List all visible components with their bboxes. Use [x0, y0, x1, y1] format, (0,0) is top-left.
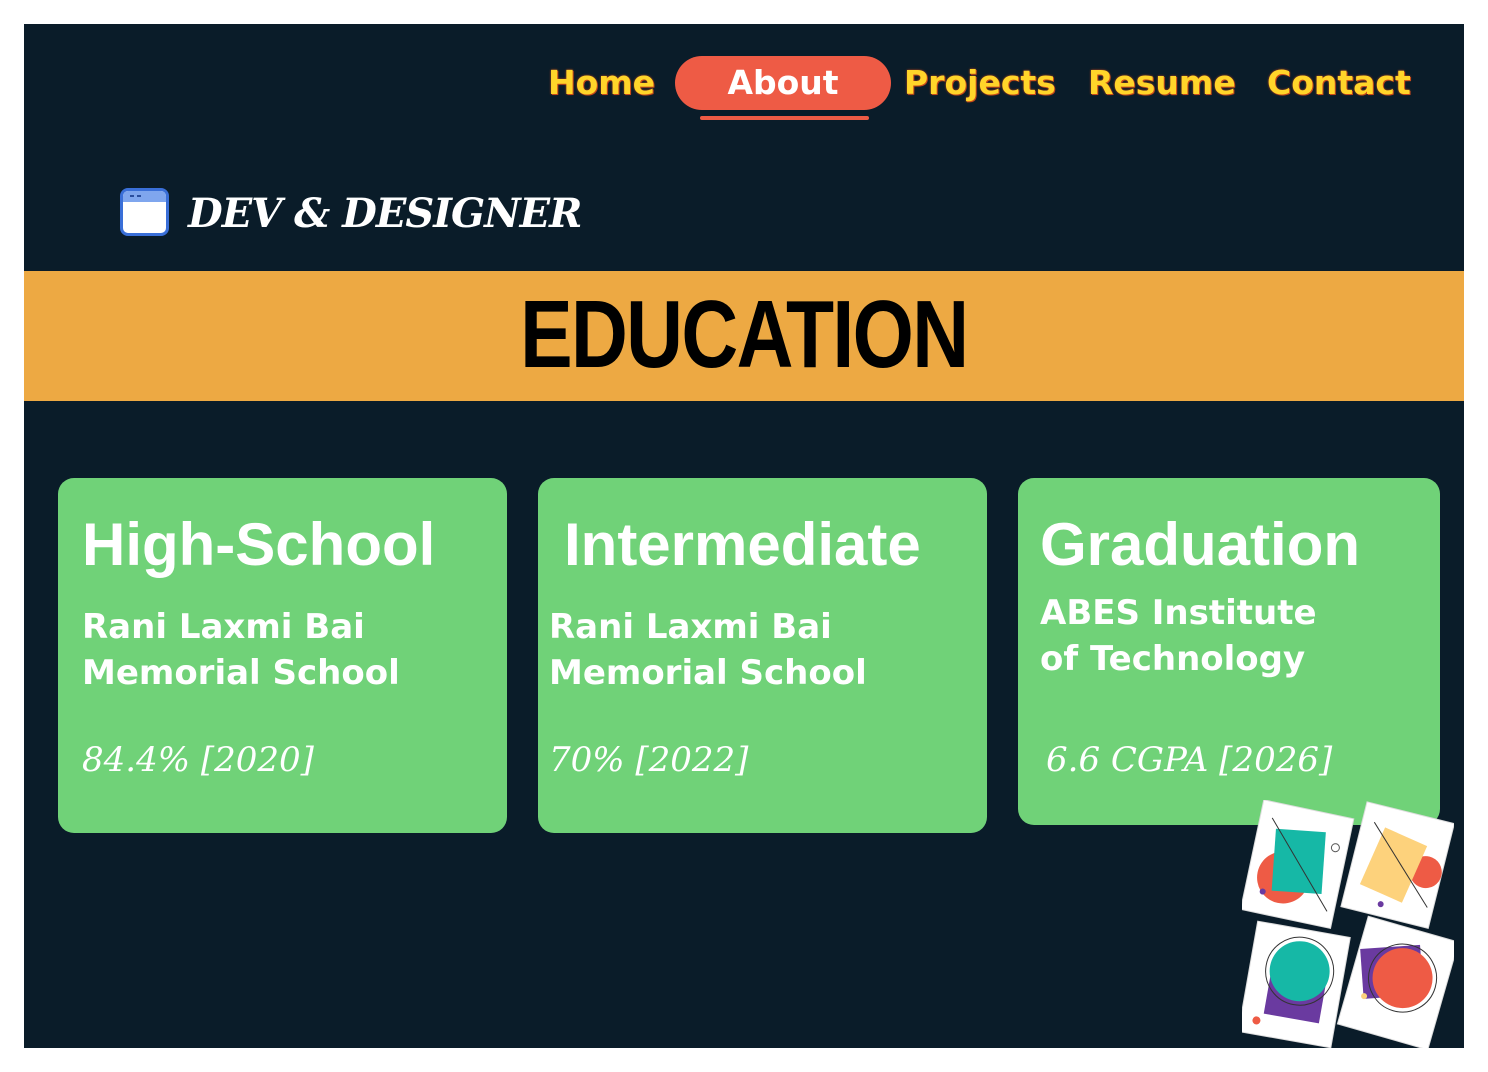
- card-school-line: ABES Institute: [1040, 593, 1317, 633]
- section-banner: EDUCATION: [24, 271, 1464, 401]
- card-school-line: Rani Laxmi Bai: [82, 607, 365, 647]
- nav-active-underline: [700, 116, 869, 120]
- card-score: 84.4% [2020]: [82, 740, 314, 780]
- nav-resume[interactable]: Resume: [1088, 56, 1248, 110]
- card-school: ABES Institute of Technology: [1040, 590, 1317, 682]
- top-nav: Home About Projects Resume Contact: [24, 56, 1464, 120]
- nav-about[interactable]: About: [675, 56, 891, 110]
- card-school-line: Rani Laxmi Bai: [549, 607, 832, 647]
- card-title: High-School: [82, 511, 436, 578]
- card-school: Rani Laxmi Bai Memorial School: [82, 604, 400, 696]
- abstract-posters-icon: [1237, 799, 1460, 1048]
- browser-window-icon: [120, 188, 169, 236]
- card-school-line: of Technology: [1040, 639, 1306, 679]
- decorative-illustration: [1237, 799, 1460, 1048]
- page-frame: Home About Projects Resume Contact DEV &…: [24, 24, 1464, 1048]
- brand-text: DEV & DESIGNER: [188, 190, 582, 237]
- card-title: Graduation: [1040, 511, 1361, 578]
- education-card-high-school: High-School Rani Laxmi Bai Memorial Scho…: [58, 478, 507, 833]
- card-score: 70% [2022]: [549, 740, 749, 780]
- card-score: 6.6 CGPA [2026]: [1046, 740, 1333, 780]
- card-school: Rani Laxmi Bai Memorial School: [549, 604, 867, 696]
- education-card-graduation: Graduation ABES Institute of Technology …: [1018, 478, 1440, 825]
- education-card-intermediate: Intermediate Rani Laxmi Bai Memorial Sch…: [538, 478, 987, 833]
- nav-contact[interactable]: Contact: [1267, 56, 1437, 110]
- section-title: EDUCATION: [520, 281, 969, 388]
- card-title: Intermediate: [564, 511, 921, 578]
- card-school-line: Memorial School: [549, 653, 867, 693]
- nav-projects[interactable]: Projects: [904, 56, 1074, 110]
- nav-home[interactable]: Home: [548, 56, 678, 110]
- card-school-line: Memorial School: [82, 653, 400, 693]
